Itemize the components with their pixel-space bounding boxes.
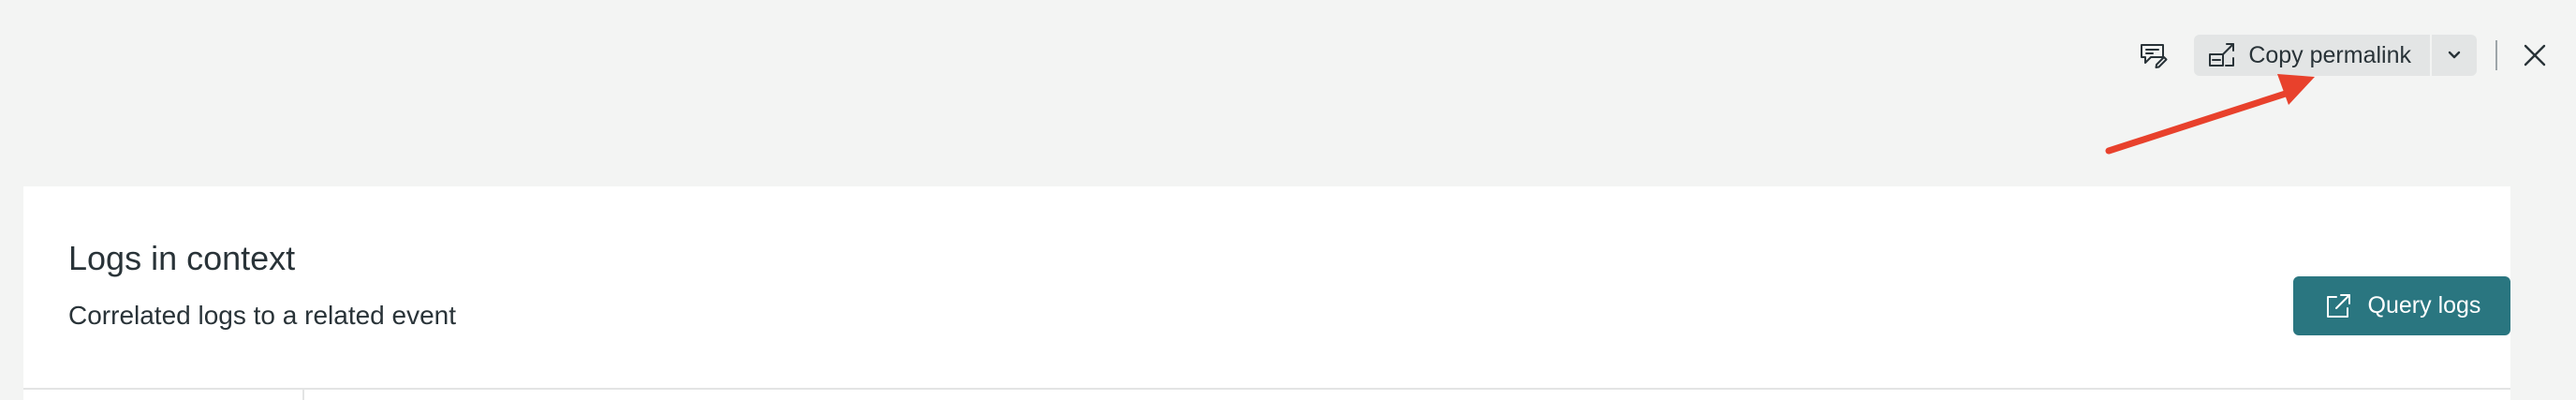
permalink-options-button[interactable] bbox=[2432, 35, 2477, 76]
table-top-border bbox=[23, 388, 2510, 390]
external-link-icon bbox=[2323, 291, 2353, 321]
query-logs-button[interactable]: Query logs bbox=[2293, 276, 2510, 335]
header-toolbar: Copy permalink bbox=[2130, 35, 2555, 76]
copy-permalink-button[interactable]: Copy permalink bbox=[2194, 35, 2430, 76]
annotation-arrow-head bbox=[2277, 74, 2315, 105]
card-subtitle: Correlated logs to a related event bbox=[68, 301, 457, 330]
close-button[interactable] bbox=[2514, 35, 2555, 76]
table-column-divider bbox=[302, 388, 304, 400]
toolbar-separator bbox=[2495, 40, 2497, 70]
chevron-down-icon bbox=[2448, 51, 2461, 59]
close-icon bbox=[2524, 44, 2546, 67]
external-link-copy-icon bbox=[2207, 40, 2237, 70]
page: Copy permalink Logs in context Correlate… bbox=[0, 0, 2576, 400]
annotation-arrow-shaft bbox=[2105, 87, 2298, 155]
logs-in-context-card: Logs in context Correlated logs to a rel… bbox=[23, 186, 2510, 400]
card-title: Logs in context bbox=[68, 239, 296, 277]
feedback-button[interactable] bbox=[2130, 35, 2175, 76]
copy-permalink-split-button: Copy permalink bbox=[2194, 35, 2477, 76]
copy-permalink-label: Copy permalink bbox=[2248, 41, 2411, 68]
feedback-chat-edit-icon bbox=[2141, 44, 2168, 68]
query-logs-label: Query logs bbox=[2367, 292, 2481, 319]
